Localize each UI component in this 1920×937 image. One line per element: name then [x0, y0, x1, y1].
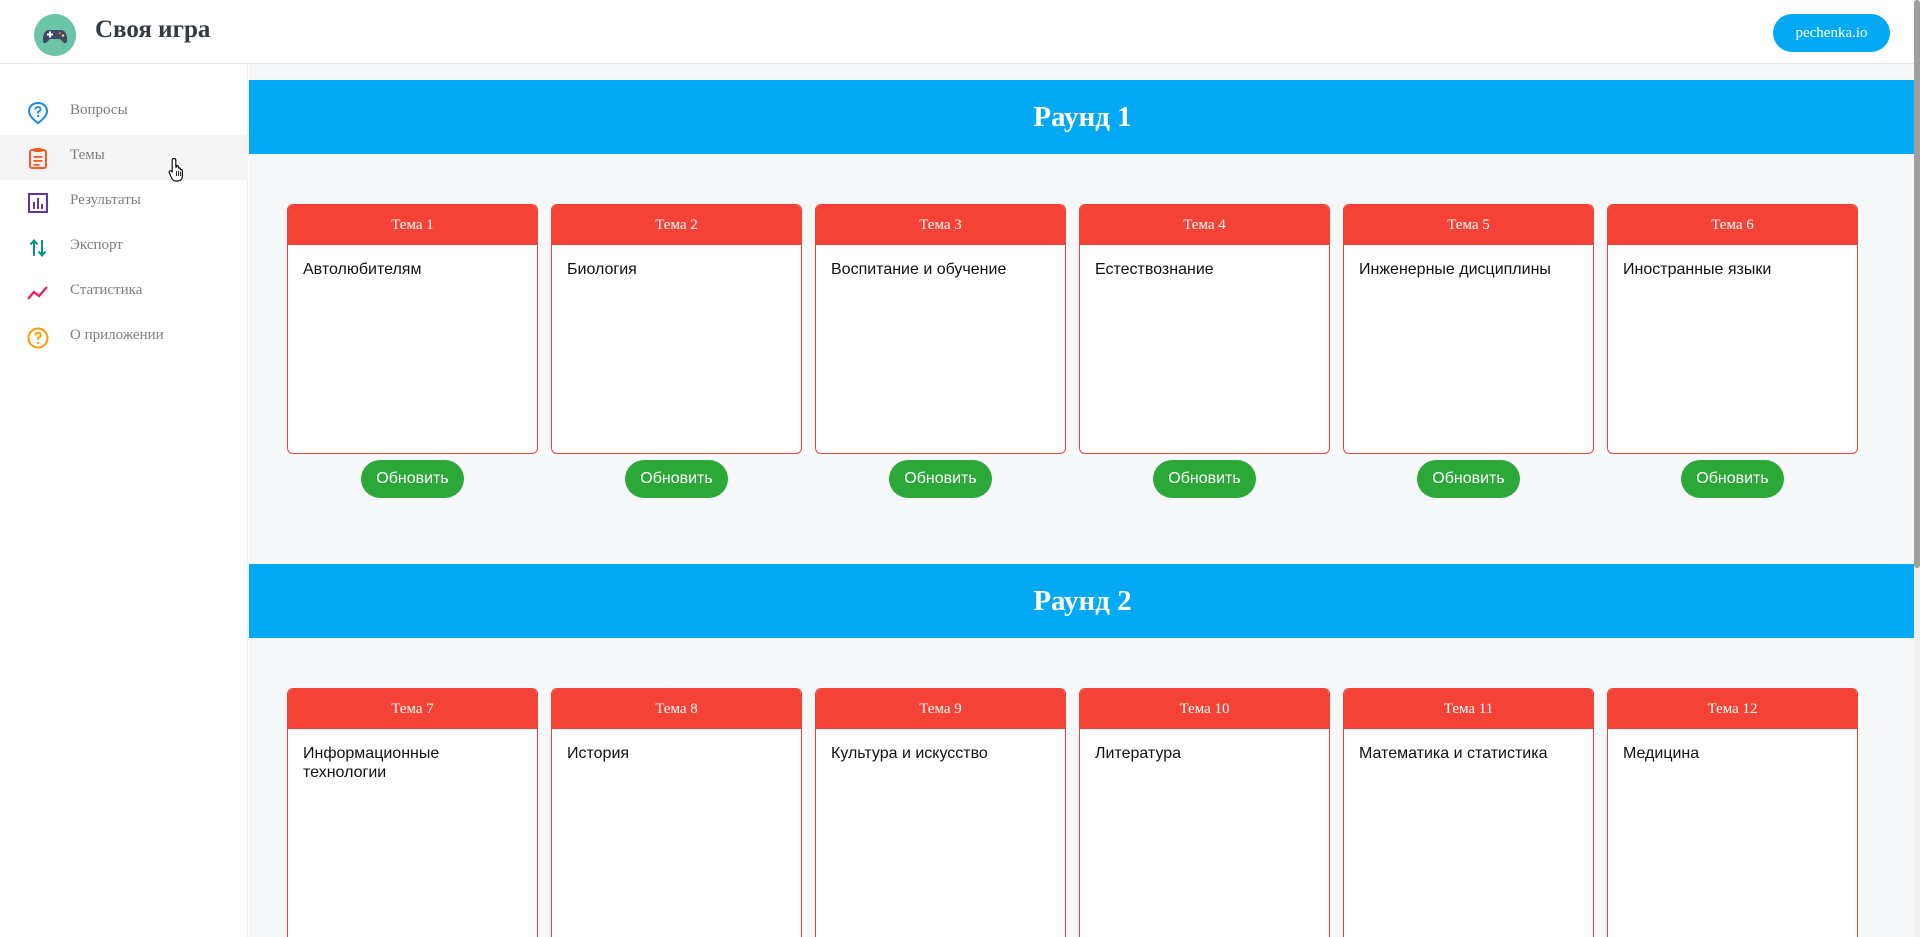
refresh-button[interactable]: Обновить [1153, 460, 1256, 498]
gamepad-icon[interactable] [34, 14, 76, 56]
topic-header: Тема 3 [816, 205, 1065, 245]
refresh-button[interactable]: Обновить [1417, 460, 1520, 498]
topic-name: Математика и статистика [1359, 745, 1548, 762]
topic-card: Тема 12 Медицина [1607, 688, 1858, 937]
sidebar-item-results[interactable]: Результаты [0, 180, 248, 225]
question-pin-icon [27, 101, 49, 125]
topic-name: Иностранные языки [1623, 261, 1772, 278]
topic-header: Тема 6 [1608, 205, 1857, 245]
topic-card: Тема 5 Инженерные дисциплины [1343, 204, 1594, 454]
topic-header: Тема 1 [288, 205, 537, 245]
topic-name: Воспитание и обучение [831, 261, 1007, 278]
sidebar-item-label: Вопросы [70, 102, 128, 118]
topic-card: Тема 7 Информационные технологии [287, 688, 538, 937]
bar-chart-icon [28, 193, 48, 213]
app-title: Своя игра [95, 16, 211, 43]
page-scrollbar[interactable] [1914, 0, 1920, 937]
clipboard-icon [29, 148, 47, 169]
topic-name: Медицина [1623, 745, 1700, 762]
topic-header: Тема 7 [288, 689, 537, 729]
topic-header: Тема 2 [552, 205, 801, 245]
topic-card: Тема 2 Биология [551, 204, 802, 454]
topic-card: Тема 6 Иностранные языки [1607, 204, 1858, 454]
topic-name: Инженерные дисциплины [1359, 261, 1551, 278]
topic-header: Тема 8 [552, 689, 801, 729]
topic-name: Культура и искусство [831, 745, 988, 762]
topic-name: Автолюбителям [303, 261, 422, 278]
sidebar-item-topics[interactable]: Темы [0, 135, 248, 180]
topic-card: Тема 11 Математика и статистика [1343, 688, 1594, 937]
trend-line-icon [27, 286, 48, 300]
sidebar-item-label: Экспорт [70, 237, 123, 253]
topic-header: Тема 9 [816, 689, 1065, 729]
refresh-button[interactable]: Обновить [361, 460, 464, 498]
main-content: Раунд 1 Тема 1 Автолюбителям Обновить Те… [249, 64, 1916, 937]
sidebar-item-about[interactable]: О приложении [0, 315, 248, 360]
sidebar-item-statistics[interactable]: Статистика [0, 270, 248, 315]
topic-card: Тема 9 Культура и искусство [815, 688, 1066, 937]
swap-vert-icon [29, 238, 47, 258]
topic-card: Тема 8 История [551, 688, 802, 937]
topic-name: Информационные технологии [303, 745, 440, 781]
sidebar-item-label: Результаты [70, 192, 141, 208]
topic-name: Биология [567, 261, 637, 278]
refresh-button[interactable]: Обновить [625, 460, 728, 498]
app-header: Своя игра pechenka.io [0, 0, 1920, 64]
sidebar-nav: Вопросы Темы Результаты Экспорт Статисти… [0, 64, 248, 937]
topic-card: Тема 3 Воспитание и обучение [815, 204, 1066, 454]
sidebar-item-label: Темы [70, 147, 105, 163]
topic-header: Тема 5 [1344, 205, 1593, 245]
topic-name: Естествознание [1095, 261, 1214, 278]
user-account-button[interactable]: pechenka.io [1773, 14, 1890, 52]
topic-card: Тема 4 Естествознание [1079, 204, 1330, 454]
help-circle-icon [27, 327, 49, 349]
refresh-button[interactable]: Обновить [1681, 460, 1784, 498]
topic-card: Тема 10 Литература [1079, 688, 1330, 937]
round-title: Раунд 1 [249, 80, 1916, 154]
refresh-button[interactable]: Обновить [889, 460, 992, 498]
topic-header: Тема 10 [1080, 689, 1329, 729]
topic-header: Тема 12 [1608, 689, 1857, 729]
round-title: Раунд 2 [249, 564, 1916, 638]
sidebar-item-label: Статистика [70, 282, 143, 298]
sidebar-item-label: О приложении [70, 327, 164, 343]
topic-card: Тема 1 Автолюбителям [287, 204, 538, 454]
scrollbar-thumb[interactable] [1914, 0, 1920, 568]
sidebar-item-export[interactable]: Экспорт [0, 225, 248, 270]
sidebar-item-questions[interactable]: Вопросы [0, 90, 248, 135]
topic-header: Тема 11 [1344, 689, 1593, 729]
topic-name: Литература [1095, 745, 1182, 762]
topic-name: История [567, 745, 630, 762]
topic-header: Тема 4 [1080, 205, 1329, 245]
